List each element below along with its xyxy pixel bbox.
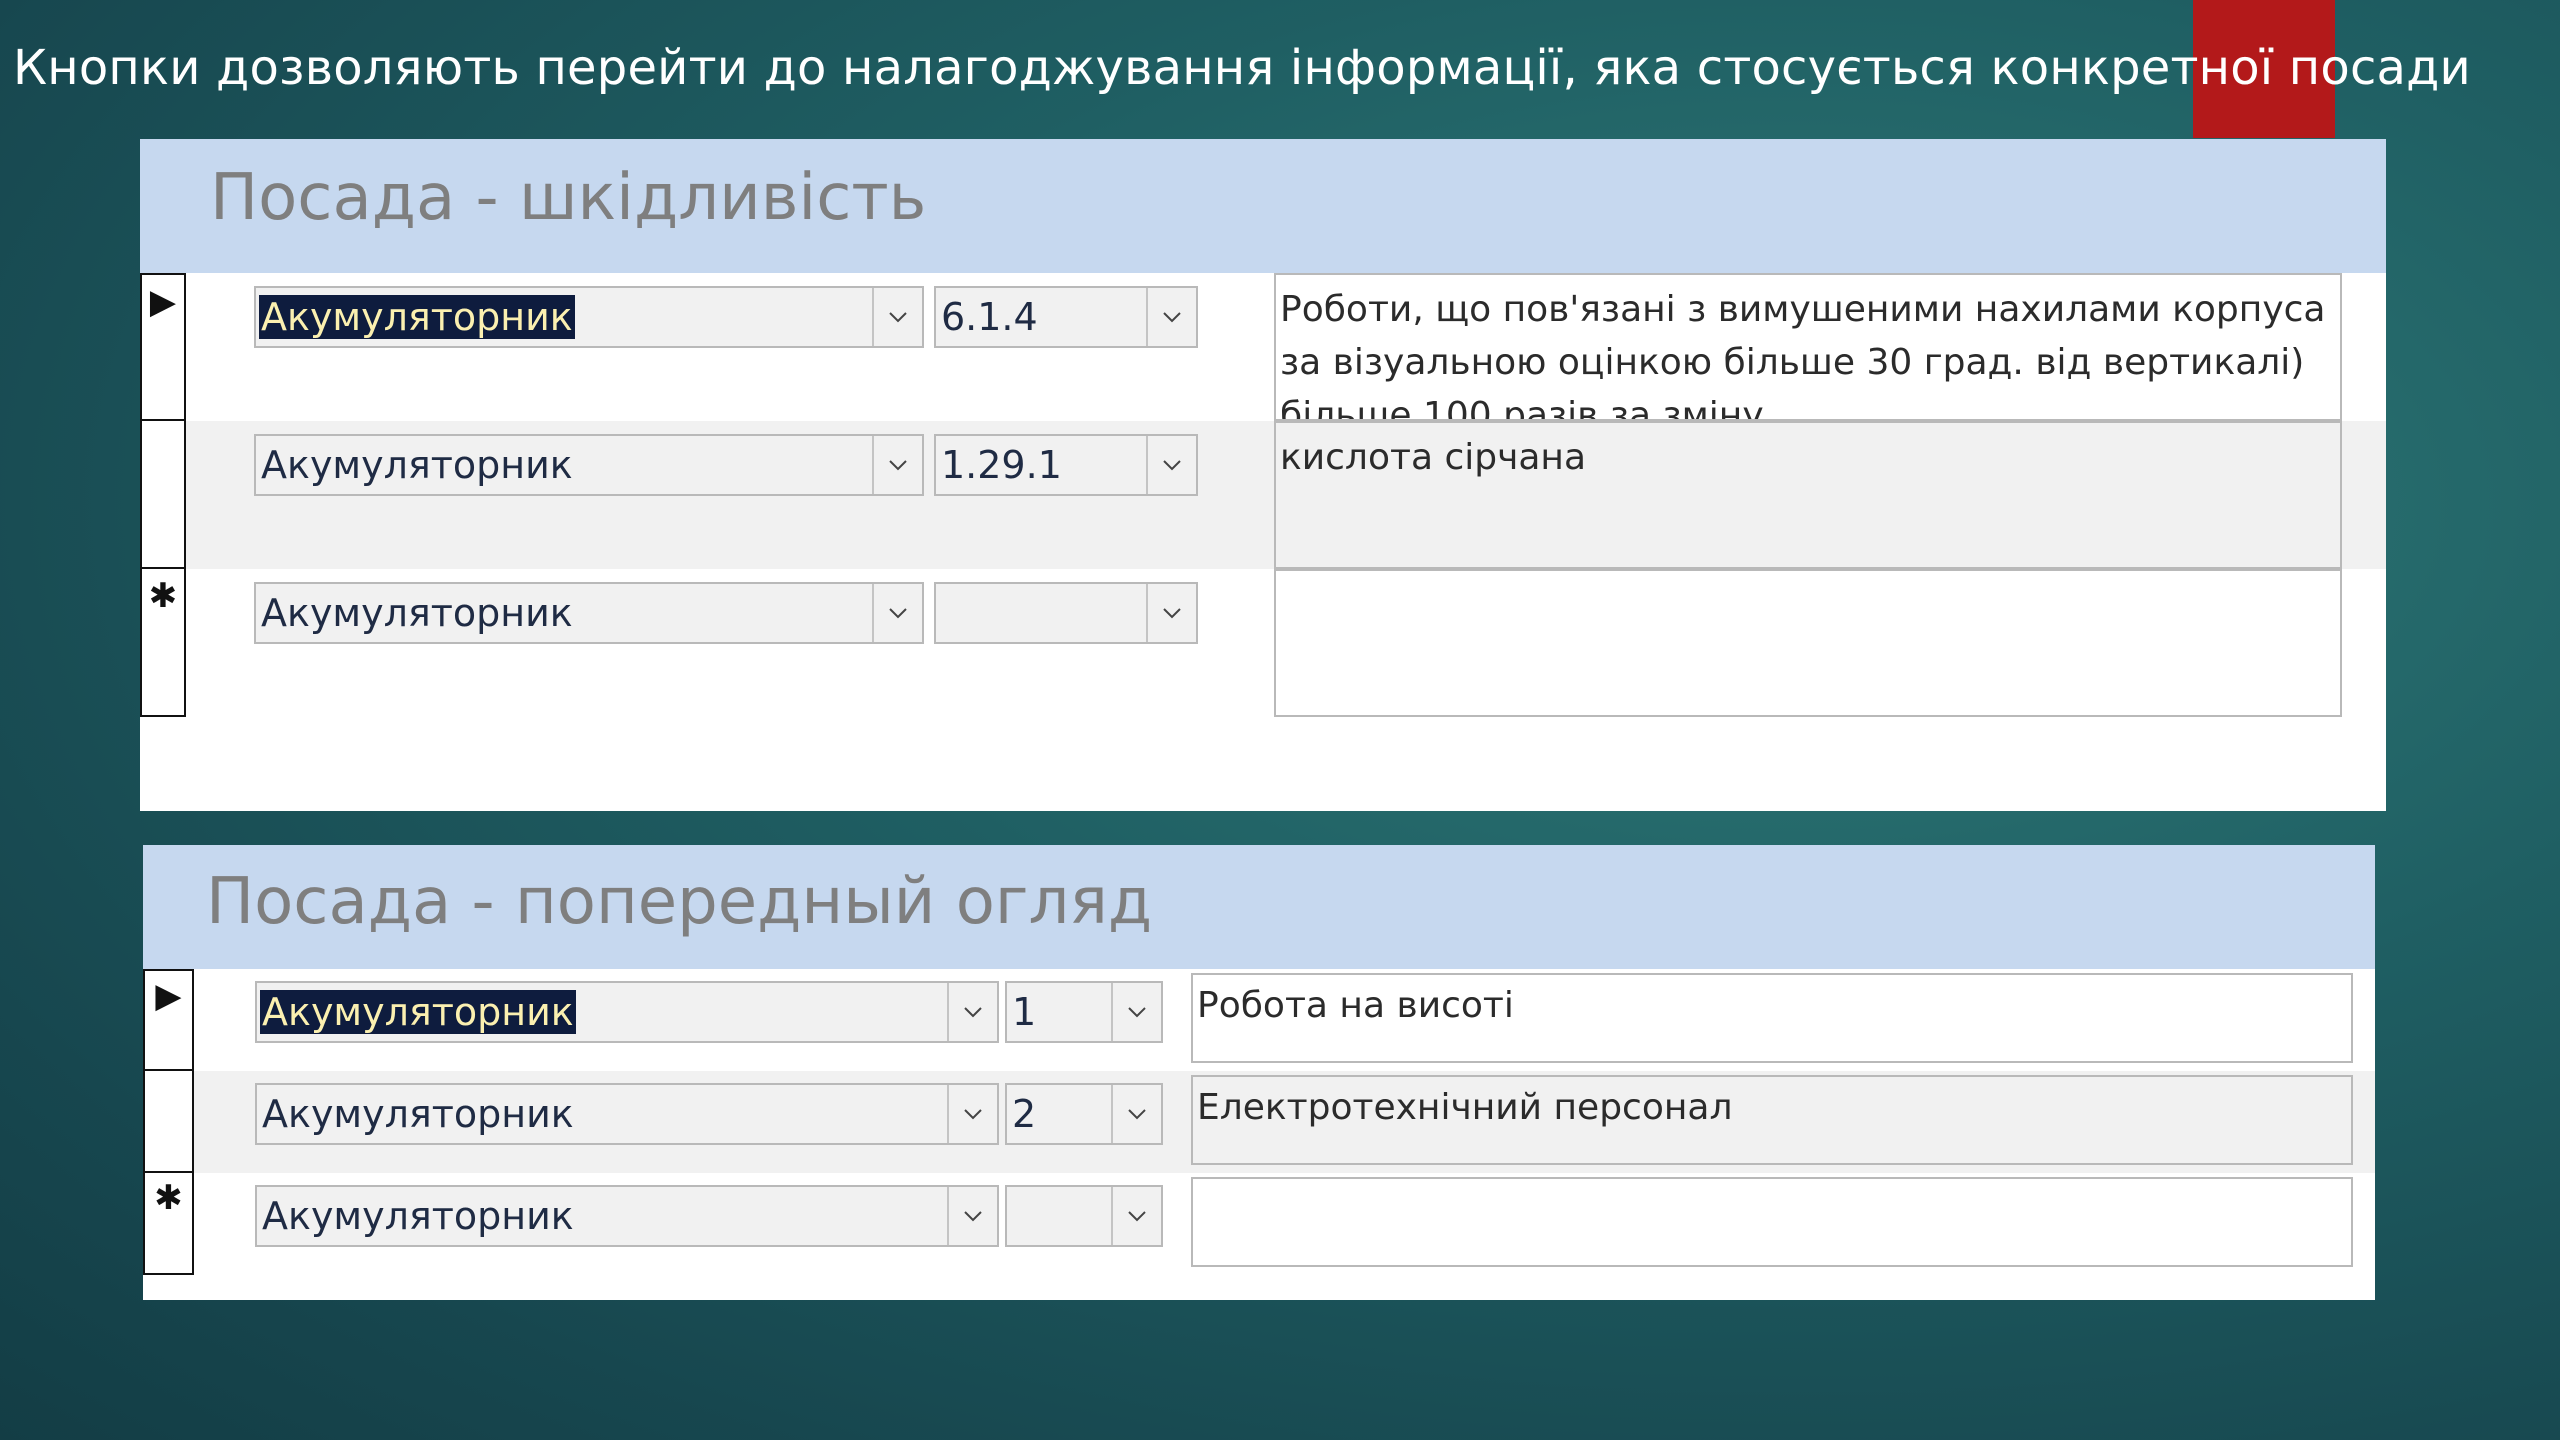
dropdown-button[interactable] — [947, 983, 997, 1041]
form-title: Посада - попередный огляд — [206, 865, 1153, 939]
chevron-down-icon — [1163, 608, 1181, 619]
chevron-down-icon — [889, 608, 907, 619]
description-field[interactable] — [1274, 569, 2342, 717]
record-selector[interactable]: ✱ — [140, 569, 186, 717]
code-combobox[interactable] — [1005, 1185, 1163, 1247]
position-value: Акумуляторник — [262, 1194, 574, 1238]
new-record-row: ✱ Акумуляторник — [140, 569, 2386, 717]
code-combobox[interactable]: 2 — [1005, 1083, 1163, 1145]
form-preliminary-exam: Посада - попередный огляд ▶ Акумуляторни… — [143, 845, 2375, 1300]
new-record-row: ✱ Акумуляторник — [143, 1173, 2375, 1275]
code-combobox[interactable] — [934, 582, 1198, 644]
description-field[interactable]: Робота на висоті — [1191, 973, 2353, 1063]
dropdown-button[interactable] — [872, 436, 922, 494]
dropdown-button[interactable] — [872, 584, 922, 642]
chevron-down-icon — [1163, 312, 1181, 323]
chevron-down-icon — [889, 312, 907, 323]
chevron-down-icon — [1128, 1007, 1146, 1018]
code-value: 6.1.4 — [941, 295, 1038, 339]
dropdown-button[interactable] — [947, 1187, 997, 1245]
slide-title: Кнопки дозволяють перейти до налагоджува… — [13, 40, 2471, 96]
code-value: 1.29.1 — [941, 443, 1062, 487]
record-row: ▶ Акумуляторник 1 Робота на висоті — [143, 969, 2375, 1071]
new-record-asterisk-icon: ✱ — [154, 1178, 183, 1218]
record-selector[interactable]: ▶ — [143, 969, 194, 1071]
dropdown-button[interactable] — [947, 1085, 997, 1143]
dropdown-button[interactable] — [1111, 1187, 1161, 1245]
record-selector[interactable]: ✱ — [143, 1173, 194, 1275]
position-value: Акумуляторник — [261, 443, 573, 487]
record-row: Акумуляторник 2 Електротехнічний персона… — [143, 1071, 2375, 1173]
new-record-asterisk-icon: ✱ — [148, 576, 178, 616]
position-combobox[interactable]: Акумуляторник — [255, 981, 999, 1043]
description-field[interactable]: Електротехнічний персонал — [1191, 1075, 2353, 1165]
record-row: ▶ Акумуляторник 6.1.4 Роботи, що пов'яза… — [140, 273, 2386, 421]
record-pointer-icon: ▶ — [149, 282, 177, 322]
record-row: Акумуляторник 1.29.1 кислота сірчана — [140, 421, 2386, 569]
description-text: кислота сірчана — [1280, 437, 1587, 478]
form-header: Посада - попередный огляд — [143, 845, 2375, 969]
description-field[interactable]: кислота сірчана — [1274, 421, 2342, 569]
chevron-down-icon — [964, 1109, 982, 1120]
position-value: Акумуляторник — [259, 295, 575, 339]
chevron-down-icon — [889, 460, 907, 471]
position-combobox[interactable]: Акумуляторник — [255, 1185, 999, 1247]
description-field[interactable]: Роботи, що пов'язані з вимушеними нахила… — [1274, 273, 2342, 421]
position-combobox[interactable]: Акумуляторник — [254, 582, 924, 644]
code-combobox[interactable]: 1.29.1 — [934, 434, 1198, 496]
position-value: Акумуляторник — [262, 1092, 574, 1136]
position-value: Акумуляторник — [261, 591, 573, 635]
form-harmfulness: Посада - шкідливість ▶ Акумуляторник 6.1… — [140, 139, 2386, 811]
record-pointer-icon: ▶ — [155, 976, 182, 1016]
record-selector[interactable] — [143, 1071, 194, 1173]
record-selector[interactable]: ▶ — [140, 273, 186, 421]
chevron-down-icon — [964, 1211, 982, 1222]
chevron-down-icon — [964, 1007, 982, 1018]
record-selector[interactable] — [140, 421, 186, 569]
position-value: Акумуляторник — [260, 990, 576, 1034]
code-value: 1 — [1012, 990, 1037, 1034]
description-text: Роботи, що пов'язані з вимушеними нахила… — [1280, 289, 2326, 421]
form-header: Посада - шкідливість — [140, 139, 2386, 273]
position-combobox[interactable]: Акумуляторник — [254, 434, 924, 496]
position-combobox[interactable]: Акумуляторник — [254, 286, 924, 348]
code-value: 2 — [1012, 1092, 1037, 1136]
description-text: Електротехнічний персонал — [1197, 1087, 1733, 1128]
description-field[interactable] — [1191, 1177, 2353, 1267]
dropdown-button[interactable] — [1146, 436, 1196, 494]
dropdown-button[interactable] — [1111, 1085, 1161, 1143]
dropdown-button[interactable] — [1146, 288, 1196, 346]
dropdown-button[interactable] — [1111, 983, 1161, 1041]
chevron-down-icon — [1128, 1109, 1146, 1120]
form-title: Посада - шкідливість — [210, 161, 927, 235]
dropdown-button[interactable] — [1146, 584, 1196, 642]
code-combobox[interactable]: 6.1.4 — [934, 286, 1198, 348]
chevron-down-icon — [1163, 460, 1181, 471]
position-combobox[interactable]: Акумуляторник — [255, 1083, 999, 1145]
dropdown-button[interactable] — [872, 288, 922, 346]
chevron-down-icon — [1128, 1211, 1146, 1222]
code-combobox[interactable]: 1 — [1005, 981, 1163, 1043]
description-text: Робота на висоті — [1197, 985, 1514, 1026]
